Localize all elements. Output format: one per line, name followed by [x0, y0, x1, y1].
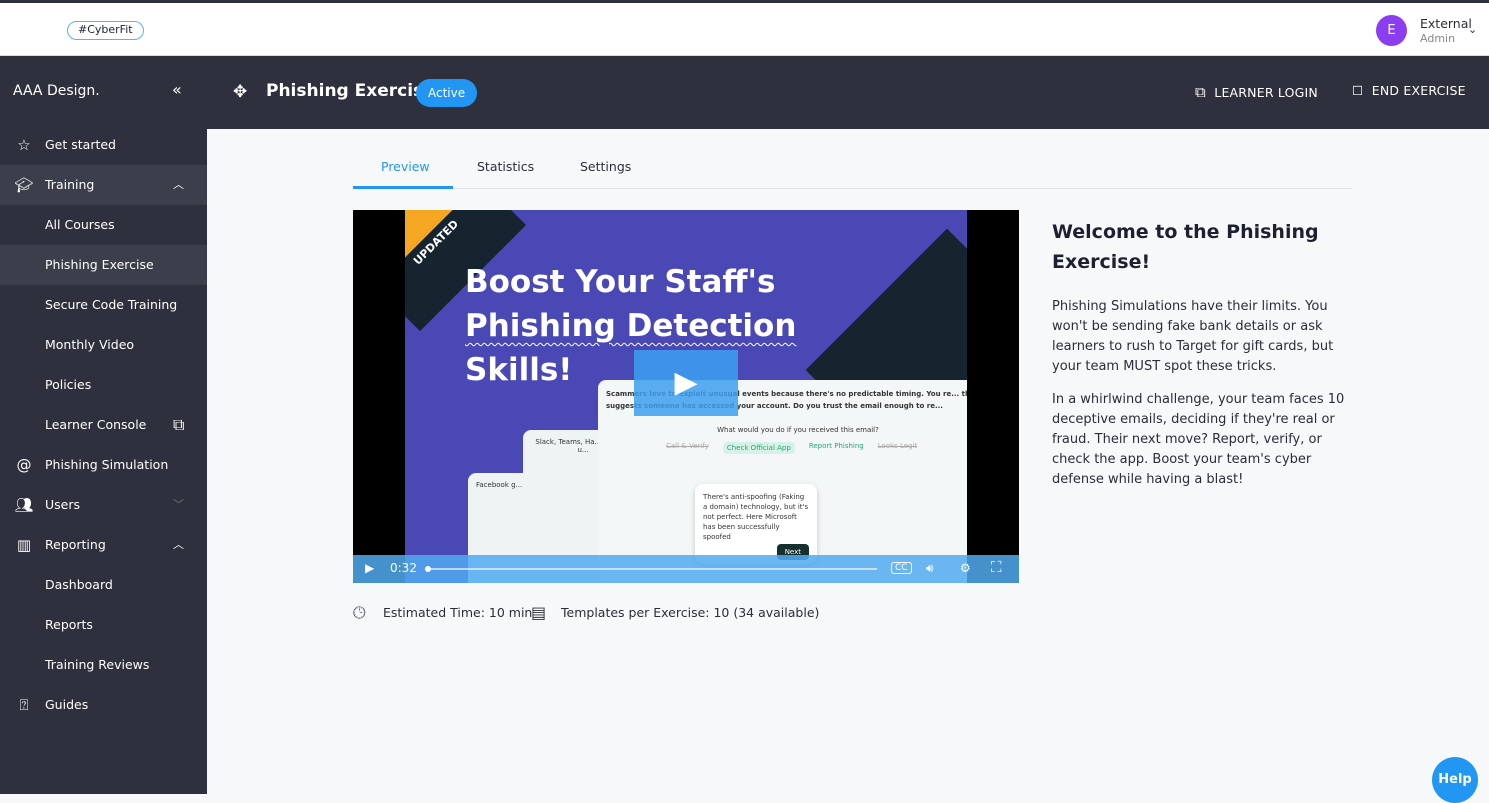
- progress-bar[interactable]: [425, 566, 877, 572]
- help-box-icon: ⍰: [19, 696, 29, 714]
- sidebar-item-label: Monthly Video: [45, 337, 135, 352]
- sidebar-item-reporting[interactable]: ▥ Reporting ︿: [0, 525, 207, 565]
- sidebar: AAA Design. « ☆ Get started 🎓︎ Training ︿ A…: [0, 56, 207, 794]
- sidebar-item-monthly-video[interactable]: Monthly Video: [0, 325, 207, 365]
- templates-text: Templates per Exercise: 10 (34 available…: [561, 605, 820, 620]
- welcome-paragraph-2: In a whirlwind challenge, your team face…: [1052, 392, 1345, 487]
- user-role: Admin: [1420, 32, 1456, 45]
- collapse-sidebar-icon[interactable]: «: [172, 80, 182, 99]
- top-bar: #CyberFit E External Admin ⌄: [0, 3, 1489, 56]
- sidebar-item-label: Learner Console: [45, 417, 147, 432]
- option: Looks Legit: [877, 442, 918, 450]
- sidebar-item-label: Reports: [45, 617, 93, 632]
- sidebar-item-secure-code-training[interactable]: Secure Code Training: [0, 285, 207, 325]
- sidebar-item-guides[interactable]: ⍰ Guides: [0, 685, 207, 725]
- card-question: What would you do if you received this e…: [717, 426, 879, 434]
- fullscreen-icon[interactable]: ⛶: [991, 558, 1002, 576]
- settings-gear-icon[interactable]: ⚙: [960, 561, 971, 575]
- at-icon: @: [16, 456, 32, 474]
- sidebar-item-all-courses[interactable]: All Courses: [0, 205, 207, 245]
- sidebar-item-label: Dashboard: [45, 577, 113, 592]
- headline-line: Phishing Detection: [465, 308, 797, 344]
- video-controls: ▶ 0:32 CC 🔊︎ ⚙ ⛶: [353, 555, 1019, 583]
- tab-bar: Preview Statistics Settings: [353, 146, 1352, 189]
- brand: AAA Design.: [13, 83, 100, 99]
- sidebar-item-label: Guides: [45, 697, 89, 712]
- page-header: ✥ Phishing Exercise Active ⧉ LEARNER LOG…: [207, 56, 1489, 129]
- tab-settings[interactable]: Settings: [580, 159, 631, 174]
- tip-card: There's anti-spoofing (Faking a domain) …: [695, 484, 817, 564]
- welcome-paragraph-1: Phishing Simulations have their limits. …: [1052, 299, 1334, 374]
- learner-login-button[interactable]: ⧉ LEARNER LOGIN: [1195, 83, 1318, 101]
- sidebar-item-label: Policies: [45, 377, 92, 392]
- estimated-time-text: Estimated Time: 10 min: [383, 605, 533, 620]
- sidebar-item-label: Training Reviews: [45, 657, 150, 672]
- sidebar-item-learner-console[interactable]: Learner Console ⧉: [0, 405, 207, 445]
- sidebar-item-policies[interactable]: Policies: [0, 365, 207, 405]
- cc-icon[interactable]: CC: [891, 562, 912, 574]
- clock-icon: 🕒︎: [353, 603, 366, 622]
- sidebar-item-label: Phishing Simulation: [45, 457, 169, 472]
- help-button[interactable]: Help: [1432, 757, 1478, 803]
- avatar[interactable]: E: [1376, 15, 1407, 46]
- templates-icon: ▤: [531, 603, 547, 622]
- play-button-large[interactable]: ▶: [634, 350, 738, 416]
- external-link-icon: ⧉: [1195, 83, 1206, 101]
- sidebar-item-label: Phishing Exercise: [45, 257, 154, 272]
- sidebar-item-label: Training: [45, 177, 95, 192]
- sidebar-item-dashboard[interactable]: Dashboard: [0, 565, 207, 605]
- tab-statistics[interactable]: Statistics: [477, 159, 534, 174]
- end-exercise-label: END EXERCISE: [1371, 83, 1466, 98]
- sidebar-item-label: Get started: [45, 137, 116, 152]
- sidebar-item-phishing-exercise[interactable]: Phishing Exercise: [0, 245, 207, 285]
- chevron-down-icon: ﹀: [173, 498, 184, 511]
- gamepad-icon: ✥: [233, 82, 248, 102]
- learner-login-label: LEARNER LOGIN: [1214, 85, 1318, 100]
- tip-text: There's anti-spoofing (Faking a domain) …: [703, 493, 809, 541]
- status-badge: Active: [416, 79, 478, 107]
- tab-preview[interactable]: Preview: [381, 159, 430, 174]
- sidebar-item-get-started[interactable]: ☆ Get started: [0, 125, 207, 165]
- graduation-cap-icon: 🎓︎: [14, 176, 34, 194]
- progress-handle[interactable]: [425, 566, 431, 572]
- active-tab-indicator: [353, 186, 453, 189]
- video-player[interactable]: UPDATED Boost Your Staff's Phishing Dete…: [353, 210, 1019, 583]
- video-time: 0:32: [390, 561, 417, 575]
- page-title: Phishing Exercise: [266, 81, 435, 101]
- star-icon: ☆: [17, 136, 31, 154]
- sidebar-item-label: Users: [45, 497, 81, 512]
- sidebar-item-label: All Courses: [45, 217, 115, 232]
- play-icon[interactable]: ▶: [365, 561, 374, 575]
- user-name[interactable]: External: [1420, 16, 1472, 31]
- welcome-title: Welcome to the Phishing Exercise!: [1052, 221, 1319, 273]
- sidebar-item-label: Secure Code Training: [45, 297, 178, 312]
- option: Check Official App: [722, 442, 795, 454]
- users-icon: 👥︎: [14, 496, 34, 514]
- chevron-up-icon: ︿: [173, 538, 184, 551]
- end-exercise-button[interactable]: ☐ END EXERCISE: [1352, 83, 1466, 98]
- cyberfit-tag[interactable]: #CyberFit: [67, 21, 144, 40]
- option: Call & Verify: [666, 442, 709, 450]
- chevron-up-icon: ︿: [173, 178, 184, 191]
- video-headline: Boost Your Staff's Phishing Detection Sk…: [465, 260, 796, 392]
- sidebar-item-reports[interactable]: Reports: [0, 605, 207, 645]
- bar-chart-icon: ▥: [16, 536, 32, 554]
- option: Report Phishing: [808, 442, 864, 450]
- external-link-icon: ⧉: [173, 415, 185, 434]
- sidebar-item-training[interactable]: 🎓︎ Training ︿: [0, 165, 207, 205]
- sidebar-item-training-reviews[interactable]: Training Reviews: [0, 645, 207, 685]
- card-options: Call & Verify Check Official App Report …: [606, 442, 967, 454]
- sidebar-item-phishing-simulation[interactable]: @ Phishing Simulation: [0, 445, 207, 485]
- sidebar-item-users[interactable]: 👥︎ Users ﹀: [0, 485, 207, 525]
- square-icon: ☐: [1352, 83, 1364, 98]
- chevron-down-icon[interactable]: ⌄: [1468, 23, 1477, 36]
- headline-line: Boost Your Staff's: [465, 264, 776, 300]
- sidebar-item-label: Reporting: [45, 537, 106, 552]
- volume-icon[interactable]: 🔊︎: [926, 561, 934, 576]
